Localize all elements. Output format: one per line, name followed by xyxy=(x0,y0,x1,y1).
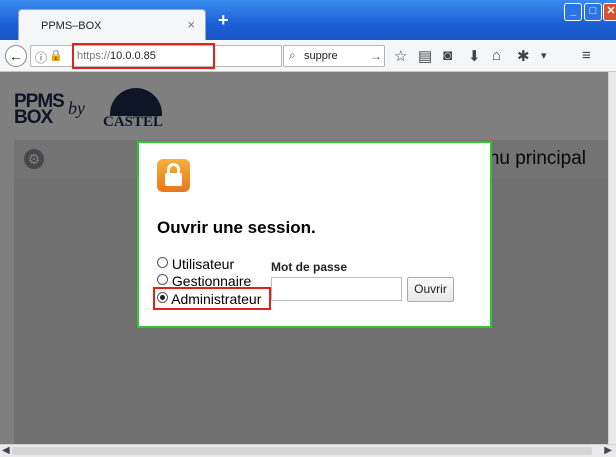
window-titlebar: PPMS–BOX × + _ □ ✕ xyxy=(0,0,616,40)
scroll-left-arrow-icon[interactable]: ◀ xyxy=(2,445,10,456)
radio-gestionnaire[interactable] xyxy=(157,274,168,285)
url-highlight-box xyxy=(72,43,215,69)
tab-close-icon[interactable]: × xyxy=(187,17,195,32)
lock-warning-icon[interactable]: 🔒 xyxy=(49,49,63,62)
vertical-scrollbar[interactable] xyxy=(608,72,616,444)
administrator-highlight-box xyxy=(153,287,271,310)
info-icon[interactable]: ⓘ xyxy=(35,49,47,66)
maximize-button[interactable]: □ xyxy=(584,3,602,21)
scroll-right-arrow-icon[interactable]: ▶ xyxy=(604,445,612,456)
role-option-utilisateur[interactable]: Utilisateur xyxy=(157,256,234,272)
bookmark-star-icon[interactable]: ☆ xyxy=(394,47,407,65)
password-field[interactable] xyxy=(271,277,402,301)
radio-utilisateur[interactable] xyxy=(157,257,168,268)
scroll-thumb[interactable] xyxy=(12,447,592,455)
download-icon[interactable]: ⬇ xyxy=(468,47,481,65)
hamburger-menu-icon[interactable]: ≡ xyxy=(582,47,591,64)
minimize-button[interactable]: _ xyxy=(564,3,582,21)
navigation-toolbar: ← ⓘ 🔒 https://10.0.0.85 C ⌕ suppre → ☆ ▤… xyxy=(0,40,616,72)
search-icon: ⌕ xyxy=(289,48,296,62)
close-window-button[interactable]: ✕ xyxy=(603,3,616,21)
horizontal-scrollbar[interactable]: ◀ ▶ xyxy=(0,444,616,457)
home-icon[interactable]: ⌂ xyxy=(492,47,501,64)
tab-title: PPMS–BOX xyxy=(41,20,102,32)
password-label: Mot de passe xyxy=(271,260,348,274)
url-bar[interactable]: ⓘ 🔒 https://10.0.0.85 C xyxy=(30,43,298,69)
new-tab-icon[interactable]: + xyxy=(218,10,229,31)
dropdown-chevron-icon[interactable]: ▾ xyxy=(541,49,547,62)
extension-icon[interactable]: ✱ xyxy=(517,47,530,65)
search-input[interactable]: suppre xyxy=(304,50,338,62)
page-content: PPMS BOX by CASTEL ⚙ Menu principal Ouvr… xyxy=(0,72,608,444)
lock-icon xyxy=(157,159,190,192)
open-session-button[interactable]: Ouvrir xyxy=(407,277,454,302)
role-label: Utilisateur xyxy=(171,256,235,272)
browser-tab[interactable]: PPMS–BOX × xyxy=(18,9,206,40)
search-bar[interactable]: ⌕ suppre → xyxy=(283,45,385,67)
back-arrow-icon[interactable]: ← xyxy=(5,45,27,67)
reading-list-icon[interactable]: ▤ xyxy=(418,47,432,65)
login-dialog: Ouvrir une session. Utilisateur Gestionn… xyxy=(137,141,492,328)
search-go-arrow-icon[interactable]: → xyxy=(370,49,382,63)
pocket-icon[interactable]: ◙ xyxy=(443,47,452,64)
dialog-title: Ouvrir une session. xyxy=(157,218,316,237)
